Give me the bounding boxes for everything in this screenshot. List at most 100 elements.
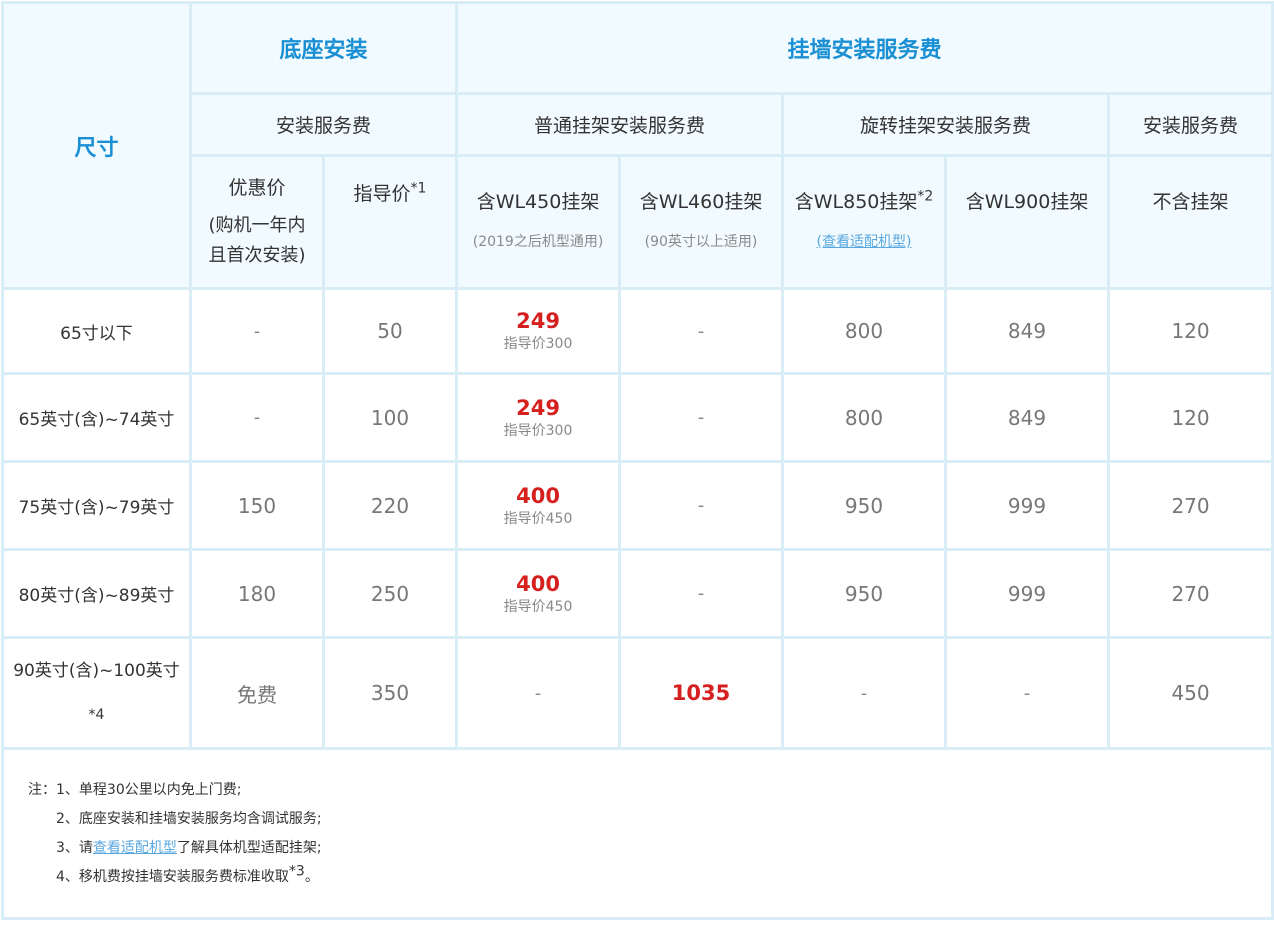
size-value: 75英寸(含)~79英寸 [18,498,175,518]
guide-cell: 50 [321,287,459,375]
wl850-label: 含WL850挂架 [794,191,918,213]
guide-price-label: 指导价 [353,183,411,205]
guide-value: 100 [370,405,410,430]
wl900-cell: 849 [944,372,1111,463]
wl900-value: 999 [1007,493,1047,518]
size-cell: 80英寸(含)~89英寸 [1,548,192,639]
wl850-value: 950 [844,493,884,518]
wl460-cell: - [618,287,785,375]
size-value: 65寸以下 [60,323,133,344]
guide-value: 50 [377,319,403,343]
size-cell: 65英寸(含)~74英寸 [1,372,192,463]
discount-note-line2: 且首次安装) [208,245,306,266]
size-cell: 75英寸(含)~79英寸 [1,460,192,551]
guide-cell: 220 [321,460,459,551]
wl850-value: 950 [844,581,884,606]
wl450-guide-price: 指导价450 [503,598,573,615]
wl900-cell: 999 [944,460,1111,551]
guide-cell: 100 [321,372,459,463]
wl450-guide-price: 指导价300 [503,422,573,439]
no-mount-cell: 270 [1107,548,1274,639]
discount-value: - [253,407,261,428]
rotating-mount-header: 旋转挂架安装服务费 [781,92,1111,157]
guide-price-header: 指导价*1 [321,154,459,290]
wl450-cell: 249 指导价300 [455,372,622,463]
discount-cell: 150 [189,460,325,551]
discount-cell: 180 [189,548,325,639]
size-value: 65英寸(含)~74英寸 [18,410,175,430]
no-mount-value: 270 [1171,581,1210,606]
wl450-guide-price: 指导价300 [503,336,573,352]
wl460-value: - [697,583,705,604]
wl450-price: 400 [516,483,560,508]
size-value: 80英寸(含)~89英寸 [18,586,175,606]
size-value: 90英寸(含)~100英寸 [13,661,180,681]
note-line-3: 3、请查看适配机型了解具体机型适配挂架; [28,834,1270,863]
note-line-1: 注：1、单程30公里以内免上门费; [28,782,242,798]
notes-cell: 注：1、单程30公里以内免上门费; 2、底座安装和挂墙安装服务均含调试服务; 3… [0,747,1274,920]
wl850-cell: 800 [781,287,948,375]
note-line-4-end: 。 [304,869,319,885]
wl850-compat-link[interactable]: (查看适配机型) [786,227,943,257]
no-mount-value: 270 [1171,493,1210,518]
discount-value: 150 [237,493,277,518]
note-line-4-text: 4、移机费按挂墙安装服务费标准收取 [56,869,289,885]
wl460-label: 含WL460挂架 [639,191,763,213]
guide-value: 350 [370,681,410,705]
no-mount-value: 450 [1171,681,1210,705]
wl450-cell: 400 指导价450 [455,460,622,551]
discount-price-header: 优惠价 (购机一年内 且首次安装) [189,154,325,290]
wl460-value: - [697,320,705,342]
wl450-price: 249 [516,395,560,420]
wl460-cell: - [618,460,785,551]
wl460-cell: 1035 [618,636,785,750]
guide-cell: 350 [321,636,459,750]
size-header-label: 尺寸 [74,135,119,161]
base-install-header-label: 底座安装 [279,38,368,63]
size-cell: 90英寸(含)~100英寸 *4 [1,636,192,750]
normal-mount-header: 普通挂架安装服务费 [455,92,785,157]
wl460-value: - [697,407,705,428]
wl850-header: 含WL850挂架*2 (查看适配机型) [781,154,948,290]
table-row: 75英寸(含)~79英寸 150 220 400 指导价450 - 950 99… [1,460,1274,551]
discount-value: 免费 [237,682,277,707]
wl450-header: 含WL450挂架 (2019之后机型通用) [455,154,622,290]
note-line-3-prefix: 3、请 [56,840,93,856]
wl850-footnote: *2 [917,188,934,205]
compat-models-link[interactable]: 查看适配机型 [93,840,177,856]
wl850-cell: 950 [781,460,948,551]
wl450-cell: 400 指导价450 [455,548,622,639]
no-mount-header: 不含挂架 [1107,154,1274,290]
note-line-3-suffix: 了解具体机型适配挂架; [176,840,322,856]
price-table-container: 尺寸 底座安装 挂墙安装服务费 安装服务费 普通挂架安装服务费 旋转挂架安装服务… [0,0,1274,928]
wl460-cell: - [618,372,785,463]
wl450-value: - [534,682,542,704]
no-mount-cell: 120 [1107,372,1274,463]
wl850-value: - [860,682,868,704]
wl850-cell: - [781,636,948,750]
wl900-value: - [1023,682,1031,704]
wall-install-fee-header: 安装服务费 [1107,92,1274,157]
wl900-label: 含WL900挂架 [965,191,1089,213]
wl850-value: 800 [844,405,884,430]
wl450-guide-price: 指导价450 [503,510,573,527]
size-cell: 65寸以下 [1,287,192,375]
size-header: 尺寸 [1,1,192,290]
wl900-value: 999 [1007,581,1047,606]
note-line-4: 4、移机费按挂墙安装服务费标准收取*3。 [28,863,1270,892]
wall-install-fee-label: 安装服务费 [1143,115,1239,137]
discount-cell: - [189,287,325,375]
discount-value: 180 [237,581,277,606]
no-mount-cell: 120 [1107,287,1274,375]
note-line-4-footnote: *3 [288,863,305,880]
wl900-cell: - [944,636,1111,750]
wl900-value: 849 [1007,405,1047,430]
no-mount-value: 120 [1171,319,1210,343]
installation-price-table: 尺寸 底座安装 挂墙安装服务费 安装服务费 普通挂架安装服务费 旋转挂架安装服务… [0,1,1274,920]
guide-price-footnote: *1 [410,180,427,197]
note-line-2: 2、底座安装和挂墙安装服务均含调试服务; [56,811,322,827]
guide-value: 250 [370,581,410,606]
table-row: 65英寸(含)~74英寸 - 100 249 指导价300 - 800 849 … [1,372,1274,463]
discount-cell: 免费 [189,636,325,750]
wall-install-header: 挂墙安装服务费 [455,1,1274,95]
